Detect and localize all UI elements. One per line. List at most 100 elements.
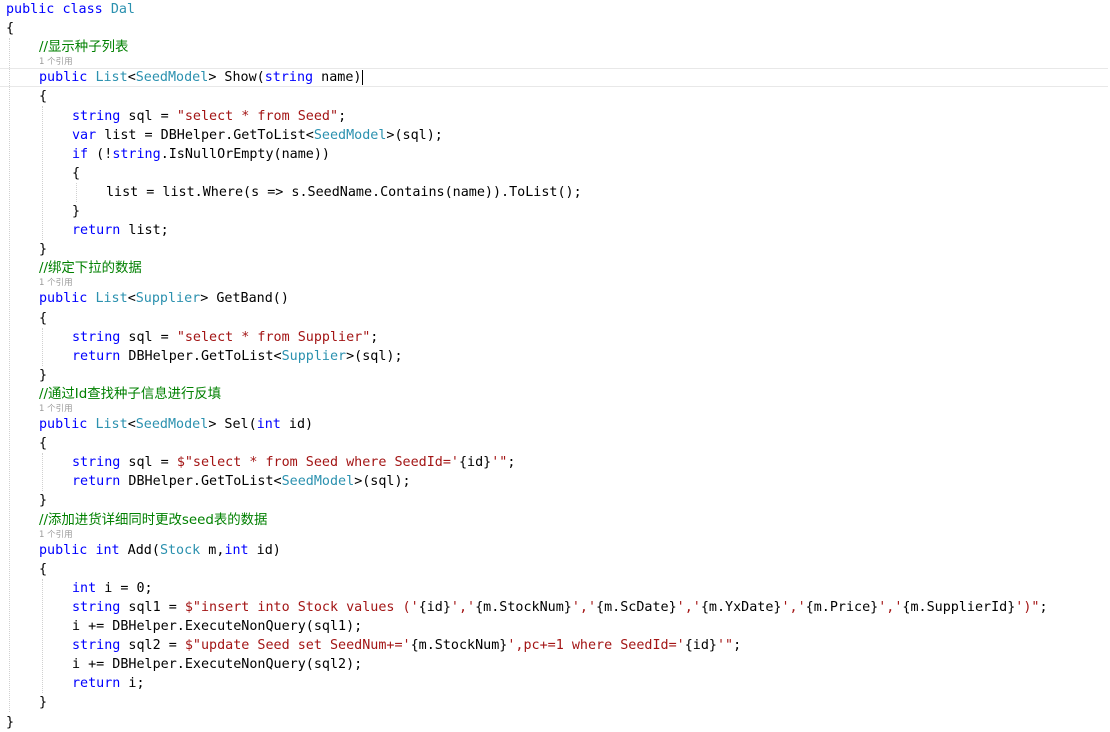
code-token: sql2 =	[120, 638, 185, 654]
code-line: {	[0, 560, 47, 579]
code-comment: //显示种子列表	[39, 40, 129, 56]
code-string: $"select * from Seed where SeedId='	[176, 455, 459, 471]
code-token: >(sql);	[354, 474, 411, 490]
code-token: ;	[507, 455, 516, 471]
code-token: >(sql);	[346, 348, 403, 364]
code-keyword: return	[72, 223, 121, 239]
code-token: {	[39, 436, 48, 452]
code-line: }	[0, 240, 47, 259]
code-token: <	[127, 417, 136, 432]
code-token: sql =	[120, 108, 177, 124]
code-keyword: int	[72, 580, 97, 596]
code-line: if (!string.IsNullOrEmpty(name))	[0, 145, 330, 164]
code-string: ')"	[1015, 599, 1040, 615]
code-comment: //绑定下拉的数据	[39, 261, 142, 277]
code-token: <	[127, 291, 136, 307]
code-line: var list = DBHelper.GetToList<SeedModel>…	[0, 126, 443, 145]
code-token: }	[39, 367, 48, 383]
code-line: list = list.Where(s => s.SeedName.Contai…	[0, 183, 582, 202]
code-comment: //添加进货详细同时更改seed表的数据	[39, 512, 268, 528]
code-token: sql =	[120, 329, 177, 345]
code-line: {	[0, 434, 47, 453]
code-token: {m.Price}	[805, 599, 879, 615]
code-string: '"	[716, 638, 734, 654]
code-token: {id}	[684, 638, 717, 654]
code-keyword: if	[72, 146, 89, 162]
codelens-references[interactable]: 1 个引用	[39, 57, 73, 67]
code-line: public class Dal	[0, 0, 135, 19]
code-string: ',pc+=1 where SeedId='	[507, 638, 685, 654]
code-line: }	[0, 491, 47, 510]
code-line: //通过Id查找种子信息进行反填	[0, 385, 221, 404]
code-string: ','	[878, 599, 903, 615]
code-token: list = list.Where(s => s.SeedName.Contai…	[106, 184, 582, 200]
code-keyword: int	[95, 542, 120, 558]
code-line: return list;	[0, 221, 169, 240]
code-comment: //通过Id查找种子信息进行反填	[39, 386, 222, 402]
code-line: public List<Supplier> GetBand()	[0, 289, 289, 308]
code-token: name)	[313, 70, 362, 86]
code-type: SeedModel	[313, 127, 387, 143]
code-line: int i = 0;	[0, 579, 153, 598]
code-token: {id}	[418, 599, 451, 615]
codelens-references[interactable]: 1 个引用	[39, 530, 73, 540]
code-token: > GetBand()	[200, 291, 289, 307]
code-token: >(sql);	[386, 127, 443, 143]
code-keyword: return	[72, 474, 121, 490]
code-token: {m.StockNum}	[475, 599, 572, 615]
code-line: {	[0, 309, 47, 328]
code-type: Supplier	[281, 348, 347, 364]
code-string: '"	[491, 455, 508, 471]
code-keyword: public	[39, 70, 88, 86]
code-type: SeedModel	[135, 70, 209, 86]
code-token: sql =	[120, 455, 177, 471]
code-line: return i;	[0, 674, 145, 693]
code-token: {	[39, 310, 48, 326]
codelens-references[interactable]: 1 个引用	[39, 404, 73, 414]
code-line: string sql2 = $"update Seed set SeedNum+…	[0, 636, 741, 655]
code-editor[interactable]: public class Dal{//显示种子列表 1 个引用 public Lis…	[0, 0, 1110, 732]
code-token: i += DBHelper.ExecuteNonQuery(sql1);	[72, 619, 363, 634]
code-token: i += DBHelper.ExecuteNonQuery(sql2);	[72, 657, 363, 673]
code-line-current: public List<SeedModel> Show(string name)	[0, 68, 1108, 88]
code-type: List	[95, 291, 128, 307]
code-token: ;	[1039, 599, 1048, 615]
code-string: ','	[571, 599, 597, 615]
code-token: id)	[248, 542, 281, 558]
code-string: $"insert into Stock values ('	[184, 599, 419, 615]
code-token: .IsNullOrEmpty(name))	[160, 146, 330, 162]
code-token: ;	[338, 108, 347, 124]
code-type: SeedModel	[281, 474, 355, 490]
code-keyword: string	[112, 146, 161, 162]
code-token: DBHelper.GetToList<	[120, 348, 282, 364]
code-line: //绑定下拉的数据	[0, 259, 142, 278]
code-keyword: public	[39, 291, 88, 307]
code-line: }	[0, 693, 47, 712]
code-keyword: string	[72, 329, 121, 345]
code-token: {m.StockNum}	[410, 638, 508, 654]
code-keyword: string	[72, 108, 121, 124]
code-keyword: return	[72, 676, 121, 692]
code-line: string sql1 = $"insert into Stock values…	[0, 598, 1048, 617]
code-token: m,	[200, 542, 225, 558]
code-token: {	[72, 165, 81, 181]
code-type: Dal	[110, 2, 135, 17]
code-keyword: string	[72, 455, 121, 471]
code-line: i += DBHelper.ExecuteNonQuery(sql2);	[0, 655, 362, 674]
code-keyword: string	[264, 70, 314, 86]
code-keyword: public	[6, 2, 55, 17]
code-type: Supplier	[135, 291, 201, 307]
code-token: i;	[120, 676, 145, 692]
code-type: List	[95, 70, 128, 86]
code-string: ','	[676, 599, 701, 615]
code-token: list;	[120, 223, 169, 239]
codelens-references[interactable]: 1 个引用	[39, 278, 73, 288]
code-token: {m.YxDate}	[700, 599, 782, 615]
code-token: id)	[280, 417, 314, 432]
code-token: Add(	[119, 542, 160, 558]
code-line: }	[0, 713, 14, 732]
code-token: {	[39, 89, 48, 105]
code-token: sql1 =	[120, 599, 185, 615]
code-line: //添加进货详细同时更改seed表的数据	[0, 511, 267, 530]
code-token: i = 0;	[96, 580, 153, 596]
